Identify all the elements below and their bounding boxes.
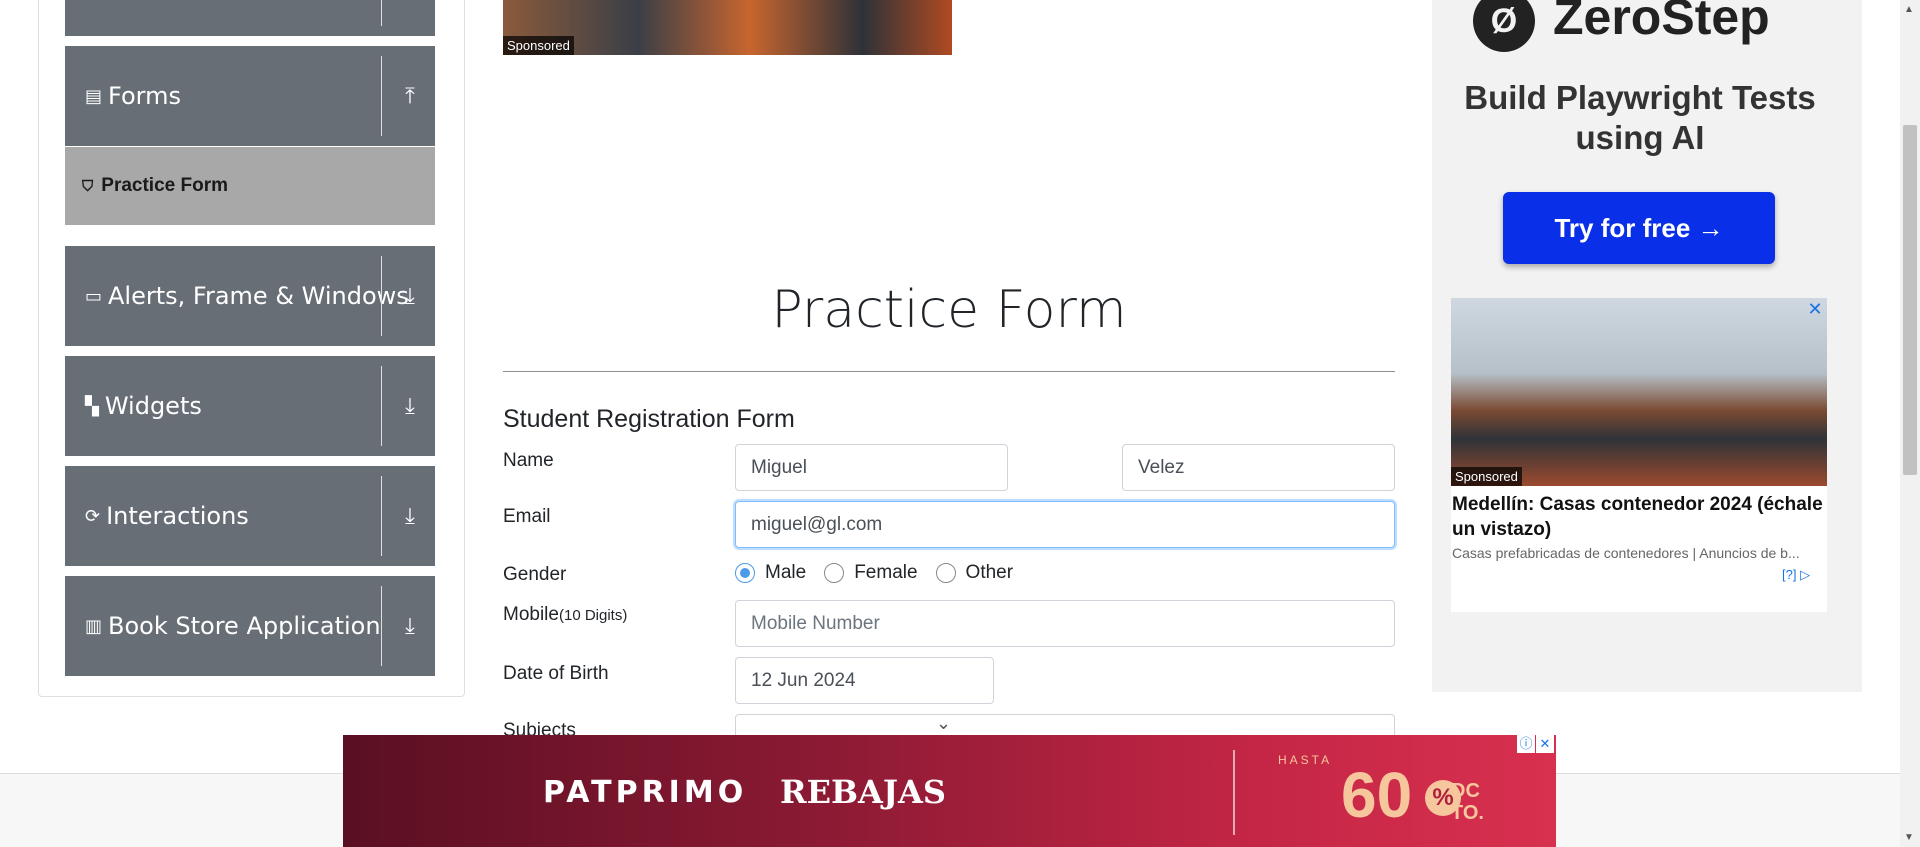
expand-icon[interactable]: ⤓ <box>385 576 435 676</box>
sidebar-group-alerts[interactable]: ▭ Alerts, Frame & Windows ⤓ <box>65 246 435 346</box>
sponsored-tag: Sponsored <box>503 36 574 55</box>
document-icon: ▤ <box>85 85 103 107</box>
dob-label: Date of Birth <box>503 663 609 684</box>
radio-other[interactable] <box>935 563 956 583</box>
expand-icon[interactable]: ⤓ <box>385 356 435 456</box>
page: ▤ Forms ⤒ ⛉ Practice Form ▭ Alerts, Fram… <box>0 0 1920 847</box>
sidebar-group-book-store[interactable]: ▥ Book Store Application ⤓ <box>65 576 435 676</box>
sponsored-tag: Sponsored <box>1451 467 1522 486</box>
banner-sale: REBAJAS <box>780 773 946 811</box>
scroll-up-icon[interactable]: ▲ <box>1904 4 1914 15</box>
bottom-banner-ad[interactable]: PATPRIMO REBAJAS HASTA 60 % DC TO. ⓘ ✕ <box>343 735 1556 847</box>
group-label: Widgets <box>104 392 202 420</box>
banner-dcto: DC TO. <box>1451 780 1484 824</box>
form-heading: Student Registration Form <box>503 405 795 433</box>
group-divider <box>381 56 382 136</box>
banner-brand: PATPRIMO <box>543 775 748 810</box>
group-label: Forms <box>108 82 181 110</box>
zerostep-brand: ZeroStep <box>1553 0 1770 45</box>
ad-source: Casas prefabricadas de contenedores | An… <box>1452 545 1800 561</box>
banner-divider <box>1233 750 1235 835</box>
banner-number: 60 <box>1341 759 1413 831</box>
sidebar-item-label: Practice Form <box>101 175 228 196</box>
widgets-icon: ▚ <box>85 395 99 417</box>
sidebar-group-previous[interactable] <box>65 0 435 36</box>
radio-label: Female <box>854 562 918 583</box>
ad-headline[interactable]: Medellín: Casas contenedor 2024 (échale … <box>1452 492 1824 542</box>
banner-dc: DC <box>1451 780 1480 802</box>
sidebar-group-forms[interactable]: ▤ Forms ⤒ <box>65 46 435 146</box>
email-value: miguel@gl.com <box>751 513 883 535</box>
html5-icon: ⛉ <box>82 177 94 195</box>
close-icon[interactable]: ✕ <box>1806 300 1824 318</box>
page-title: Practice Form <box>771 280 1127 340</box>
sidebar-group-interactions[interactable]: ⟳ Interactions ⤓ <box>65 466 435 566</box>
first-name-input[interactable]: Miguel <box>735 444 1008 491</box>
group-divider <box>381 0 382 26</box>
email-input[interactable]: miguel@gl.com <box>735 501 1395 548</box>
name-label: Name <box>503 450 554 471</box>
gender-female-option[interactable]: Female <box>824 562 918 584</box>
mobile-placeholder: Mobile Number <box>751 612 880 634</box>
scroll-down-icon[interactable]: ▼ <box>1904 832 1914 843</box>
group-label-wrap: ▤ Forms <box>65 82 435 110</box>
last-name-input[interactable]: Velez <box>1122 444 1395 491</box>
books-icon: ▥ <box>85 615 103 637</box>
window-icon: ▭ <box>85 285 103 307</box>
group-divider <box>381 476 382 556</box>
radio-male[interactable] <box>735 563 755 583</box>
try-for-free-button[interactable]: Try for free → <box>1503 192 1775 264</box>
last-name-value: Velez <box>1138 456 1185 478</box>
zerostep-logo: Ø ZeroStep <box>1473 0 1770 52</box>
first-name-value: Miguel <box>751 456 807 478</box>
mobile-label: Mobile(10 Digits) <box>503 604 627 626</box>
group-label-wrap: ▚ Widgets <box>65 392 435 420</box>
sponsored-card-image[interactable]: Sponsored <box>1451 298 1827 486</box>
expand-icon[interactable]: ⤓ <box>385 246 435 346</box>
zerostep-tagline: Build Playwright Tests using AI <box>1464 79 1816 156</box>
sidebar-group-widgets[interactable]: ▚ Widgets ⤓ <box>65 356 435 456</box>
chevron-down-icon: ⌄ <box>936 713 952 733</box>
mobile-label-text: Mobile <box>503 604 559 625</box>
group-label: Alerts, Frame & Windows <box>108 282 409 310</box>
banner-to: TO. <box>1451 802 1484 824</box>
mobile-hint: (10 Digits) <box>558 607 628 624</box>
group-divider <box>381 256 382 336</box>
interactions-icon: ⟳ <box>85 505 101 527</box>
title-divider <box>503 371 1395 372</box>
gender-label: Gender <box>503 564 567 585</box>
gender-radio-group: Male Female Other <box>735 562 1031 584</box>
info-icon[interactable]: ⓘ <box>1517 735 1535 753</box>
email-label: Email <box>503 506 551 527</box>
group-label-wrap: ⟳ Interactions <box>65 502 435 530</box>
zerostep-logo-icon: Ø <box>1473 0 1535 52</box>
group-divider <box>381 586 382 666</box>
dob-input[interactable]: 12 Jun 2024 <box>735 657 994 704</box>
banner-hasta: HASTA <box>1278 753 1333 767</box>
group-label: Book Store Application <box>108 612 381 640</box>
group-label-wrap: ▥ Book Store Application <box>65 612 435 640</box>
mobile-input[interactable]: Mobile Number <box>735 600 1395 647</box>
sponsored-image-top[interactable]: Sponsored <box>503 0 952 55</box>
ad-choices[interactable]: [?] ▷ <box>1782 567 1810 583</box>
group-label: Interactions <box>106 502 249 530</box>
group-divider <box>381 366 382 446</box>
dob-value: 12 Jun 2024 <box>751 669 856 691</box>
expand-icon[interactable]: ⤓ <box>385 466 435 566</box>
ad-choices-label: [?] <box>1782 567 1797 582</box>
scrollbar-thumb[interactable] <box>1903 125 1917 475</box>
sidebar-item-practice-form[interactable]: ⛉ Practice Form <box>65 147 435 225</box>
radio-label: Male <box>765 562 807 583</box>
close-icon[interactable]: ✕ <box>1536 735 1554 753</box>
collapse-icon[interactable]: ⤒ <box>385 46 435 146</box>
group-label-wrap: ▭ Alerts, Frame & Windows <box>65 282 435 310</box>
adchoices-icon: ▷ <box>1800 567 1811 582</box>
radio-female[interactable] <box>824 563 845 583</box>
radio-label: Other <box>965 562 1014 583</box>
gender-other-option[interactable]: Other <box>935 562 1014 584</box>
gender-male-option[interactable]: Male <box>735 562 806 584</box>
